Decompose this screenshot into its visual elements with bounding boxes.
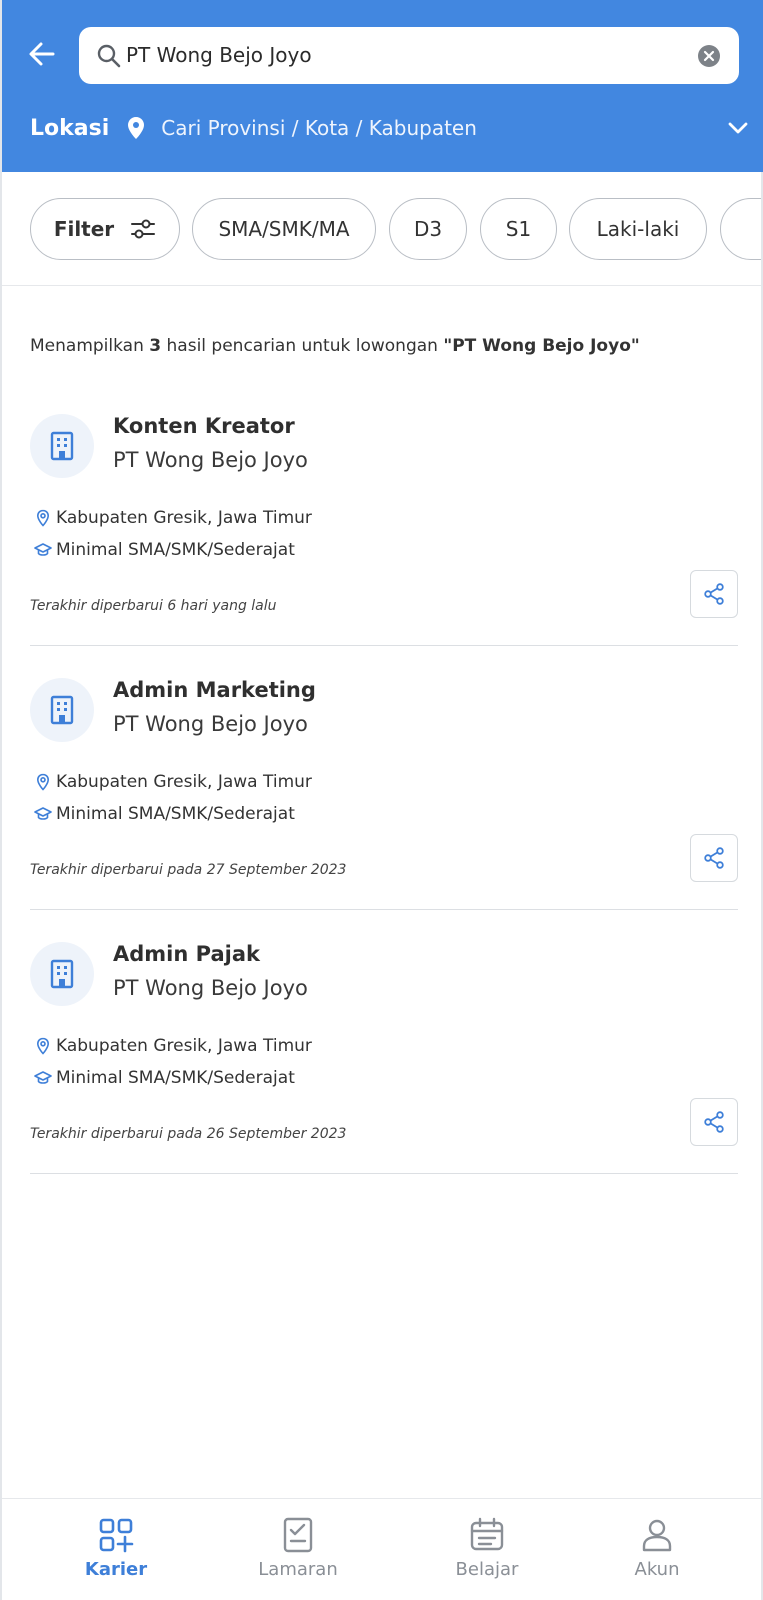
- user-icon: [642, 1519, 672, 1552]
- nav-item-lamaran[interactable]: Lamaran: [233, 1517, 363, 1587]
- clear-search-icon[interactable]: [697, 44, 721, 68]
- chip-more[interactable]: [720, 198, 761, 260]
- result-summary: Menampilkan 3 hasil pencarian untuk lowo…: [30, 336, 640, 356]
- chip-education-d3[interactable]: D3: [389, 198, 467, 260]
- calendar-icon: [470, 1517, 504, 1551]
- filter-button[interactable]: Filter: [30, 198, 180, 260]
- chip-gender-male[interactable]: Laki-laki: [569, 198, 707, 260]
- search-icon: [97, 44, 121, 68]
- chip-label: Laki-laki: [596, 217, 680, 241]
- job-title[interactable]: Konten Kreator: [113, 414, 295, 438]
- company-name: PT Wong Bejo Joyo: [113, 448, 308, 472]
- building-icon: [50, 959, 74, 989]
- arrow-left-icon: [29, 42, 55, 66]
- job-education: Minimal SMA/SMK/Sederajat: [34, 1068, 295, 1088]
- company-logo: [30, 678, 94, 742]
- nav-label: Belajar: [455, 1559, 519, 1580]
- filter-label: Filter: [53, 217, 115, 241]
- updated-text: Terakhir diperbarui pada 26 September 20…: [30, 1126, 347, 1142]
- share-button[interactable]: [690, 834, 738, 882]
- result-count: 3: [149, 336, 162, 356]
- bottom-navigation: Karier Lamaran Belajar Akun: [2, 1498, 761, 1600]
- chip-label: D3: [413, 217, 443, 241]
- back-button[interactable]: [24, 36, 60, 72]
- chip-education-s1[interactable]: S1: [480, 198, 557, 260]
- filter-chip-bar: Filter SMA/SMK/MA D3 S1 Laki-laki: [2, 172, 761, 286]
- job-card[interactable]: Admin Marketing PT Wong Bejo Joyo Kabupa…: [30, 664, 738, 910]
- share-button[interactable]: [690, 1098, 738, 1146]
- job-education: Minimal SMA/SMK/Sederajat: [34, 540, 295, 560]
- location-label: Lokasi: [30, 115, 110, 141]
- grid-plus-icon: [99, 1518, 134, 1553]
- company-name: PT Wong Bejo Joyo: [113, 712, 308, 736]
- company-logo: [30, 942, 94, 1006]
- updated-text: Terakhir diperbarui 6 hari yang lalu: [30, 598, 277, 614]
- building-icon: [50, 431, 74, 461]
- chip-label: SMA/SMK/MA: [218, 217, 350, 241]
- job-card[interactable]: Konten Kreator PT Wong Bejo Joyo Kabupat…: [30, 400, 738, 646]
- nav-label: Karier: [84, 1559, 148, 1580]
- graduation-cap-icon: [34, 807, 52, 820]
- graduation-cap-icon: [34, 543, 52, 556]
- updated-text: Terakhir diperbarui pada 27 September 20…: [30, 862, 347, 878]
- chip-label: S1: [505, 217, 532, 241]
- job-title[interactable]: Admin Pajak: [113, 942, 260, 966]
- nav-item-karier[interactable]: Karier: [51, 1517, 181, 1587]
- building-icon: [50, 695, 74, 725]
- search-header: Lokasi Cari Provinsi / Kota / Kabupaten: [2, 0, 763, 172]
- chevron-down-icon: [728, 122, 748, 134]
- company-name: PT Wong Bejo Joyo: [113, 976, 308, 1000]
- search-box: [79, 27, 739, 84]
- location-icon: [36, 773, 50, 791]
- share-icon: [704, 847, 724, 869]
- job-location: Kabupaten Gresik, Jawa Timur: [34, 1036, 312, 1056]
- chip-education-sma[interactable]: SMA/SMK/MA: [192, 198, 376, 260]
- nav-label: Lamaran: [258, 1559, 338, 1580]
- graduation-cap-icon: [34, 1071, 52, 1084]
- result-query: "PT Wong Bejo Joyo": [443, 336, 640, 356]
- location-icon: [36, 509, 50, 527]
- share-icon: [704, 1111, 724, 1133]
- job-card[interactable]: Admin Pajak PT Wong Bejo Joyo Kabupaten …: [30, 928, 738, 1174]
- nav-item-belajar[interactable]: Belajar: [422, 1517, 552, 1587]
- location-selector[interactable]: Lokasi Cari Provinsi / Kota / Kabupaten: [30, 108, 750, 148]
- share-button[interactable]: [690, 570, 738, 618]
- location-icon: [36, 1037, 50, 1055]
- sliders-icon: [131, 219, 156, 239]
- job-location: Kabupaten Gresik, Jawa Timur: [34, 772, 312, 792]
- app-screen: Lokasi Cari Provinsi / Kota / Kabupaten …: [0, 0, 763, 1600]
- search-input[interactable]: [126, 35, 686, 75]
- job-education: Minimal SMA/SMK/Sederajat: [34, 804, 295, 824]
- location-placeholder: Cari Provinsi / Kota / Kabupaten: [161, 116, 477, 140]
- nav-item-akun[interactable]: Akun: [592, 1517, 722, 1587]
- checklist-icon: [283, 1517, 313, 1553]
- job-location: Kabupaten Gresik, Jawa Timur: [34, 508, 312, 528]
- share-icon: [704, 583, 724, 605]
- nav-label: Akun: [634, 1559, 680, 1580]
- company-logo: [30, 414, 94, 478]
- job-title[interactable]: Admin Marketing: [113, 678, 316, 702]
- map-pin-icon: [128, 117, 145, 139]
